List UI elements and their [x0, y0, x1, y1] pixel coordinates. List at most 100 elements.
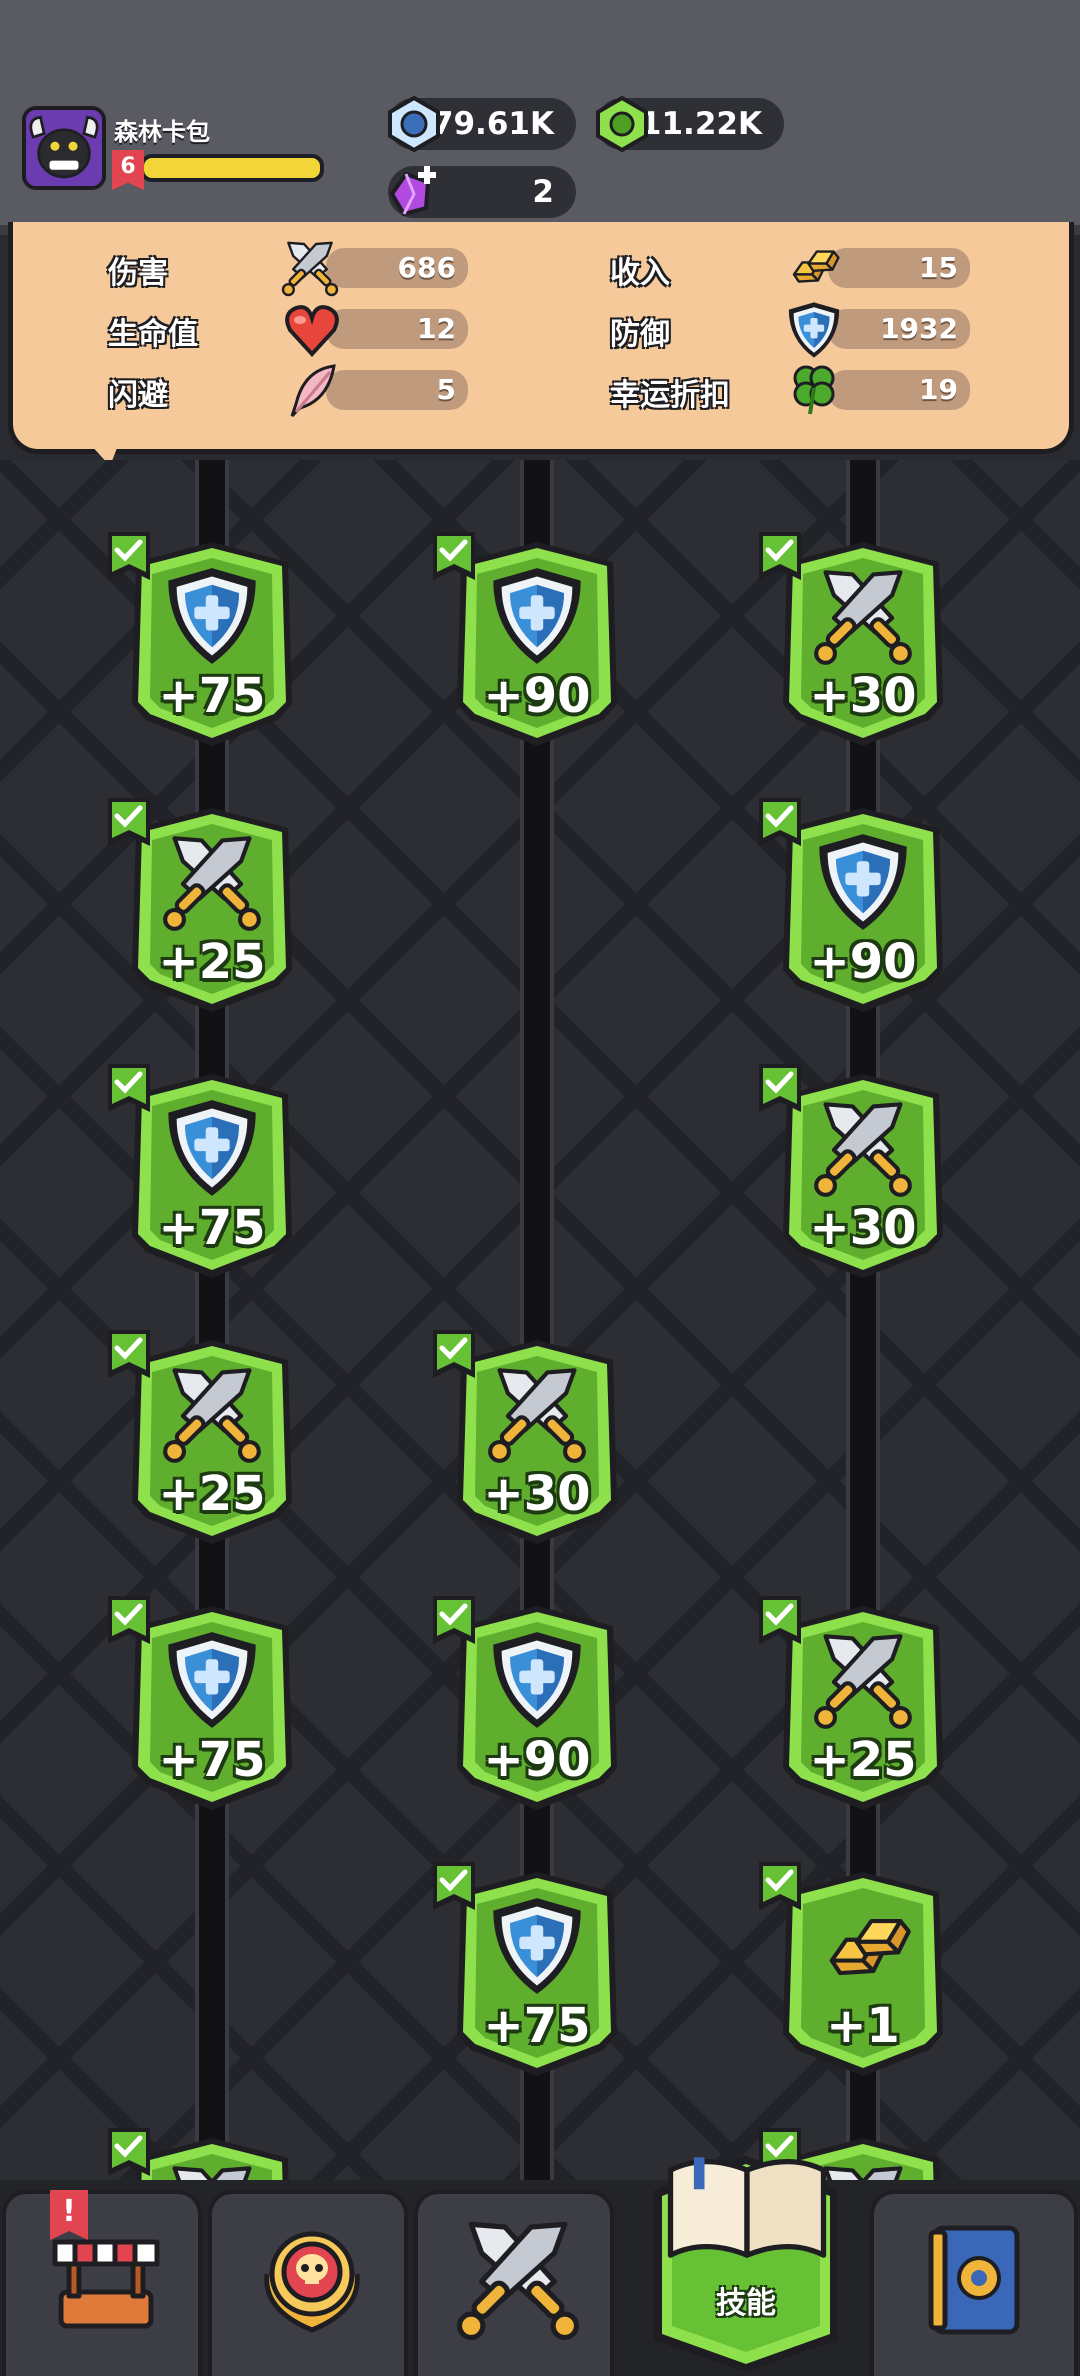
checkmark-icon	[106, 1594, 152, 1646]
skill-node[interactable]: +30	[447, 1336, 627, 1550]
gear-book-icon	[928, 2225, 1020, 2335]
skill-node-value: +25	[158, 1466, 266, 1522]
bull-avatar-icon	[26, 110, 102, 186]
skill-node[interactable]: +90	[773, 804, 953, 1018]
stat-label-damage: 伤害	[108, 256, 168, 291]
checkmark-icon	[431, 530, 477, 582]
crystals-counter[interactable]: 2	[388, 166, 576, 218]
stat-label-dodge: 闪避	[108, 378, 168, 413]
crossed-swords-icon	[811, 564, 915, 668]
skill-node[interactable]: +75	[122, 538, 302, 752]
checkmark-icon	[106, 1328, 152, 1380]
open-book-icon	[667, 2157, 827, 2258]
skill-node-value: +30	[809, 668, 917, 724]
checkmark-icon	[757, 1062, 803, 1114]
feather-icon	[290, 364, 336, 418]
crossed-swords-icon	[485, 1362, 589, 1466]
skill-node[interactable]: +1	[773, 1868, 953, 2082]
skill-node[interactable]: +90	[447, 538, 627, 752]
level-badge: 6	[112, 150, 144, 190]
skill-node[interactable]: +75	[122, 1602, 302, 1816]
crystals-value: 2	[532, 174, 554, 210]
skill-node[interactable]	[122, 2134, 302, 2180]
skill-node-value: +75	[158, 668, 266, 724]
skill-node-value: +25	[158, 934, 266, 990]
checkmark-icon	[757, 1860, 803, 1912]
nav-tab-skills-label: 技能	[716, 2286, 776, 2321]
shield-icon	[485, 564, 589, 668]
coins-value: 11.22K	[639, 106, 762, 142]
skill-tree[interactable]: +75 +25 +75 +25 +75 +90 +30 +90 +75 +30 …	[0, 460, 1080, 2180]
gold-bars-icon	[782, 236, 842, 296]
skill-node[interactable]: +90	[447, 1602, 627, 1816]
xp-bar	[140, 154, 324, 182]
clover-icon	[793, 365, 835, 415]
green-gem-icon	[596, 95, 648, 153]
skill-node[interactable]: +25	[773, 1602, 953, 1816]
skull-emblem-icon	[264, 2231, 360, 2333]
nav-tab-skills[interactable]: 技能	[648, 2150, 844, 2376]
skill-node-value: +30	[809, 1200, 917, 1256]
heart-icon	[285, 305, 339, 357]
checkmark-icon	[106, 796, 152, 848]
skill-node[interactable]: +75	[447, 1868, 627, 2082]
stat-label-luck: 幸运折扣	[610, 378, 730, 413]
skill-node-value: +30	[483, 1466, 591, 1522]
player-name: 森林卡包	[114, 118, 210, 146]
skill-node-value: +75	[158, 1732, 266, 1788]
checkmark-icon	[757, 796, 803, 848]
crossed-swords-icon	[811, 1628, 915, 1732]
coins-counter[interactable]: 11.22K	[596, 95, 784, 153]
shield-icon	[160, 1628, 264, 1732]
skill-node-value: +75	[483, 1998, 591, 2054]
shield-icon	[784, 300, 844, 360]
nav-tab-boss[interactable]	[208, 2190, 408, 2376]
crossed-swords-icon	[160, 830, 264, 934]
purple-crystal-plus-icon	[389, 166, 436, 217]
stat-value-dodge: 5	[326, 370, 468, 410]
skill-node-value: +90	[809, 934, 917, 990]
gems-value: 79.61K	[431, 106, 554, 142]
nav-tab-settings[interactable]	[870, 2190, 1078, 2376]
skill-node[interactable]: +25	[122, 804, 302, 1018]
skill-node-value: +25	[809, 1732, 917, 1788]
skill-node-value: +90	[483, 668, 591, 724]
stat-value-income: 15	[828, 248, 970, 288]
stat-label-health: 生命值	[108, 317, 198, 352]
shield-icon	[485, 1894, 589, 1998]
checkmark-icon	[431, 1860, 477, 1912]
crossed-swords-icon	[453, 2214, 583, 2344]
checkmark-icon	[431, 1594, 477, 1646]
checkmark-icon	[106, 1062, 152, 1114]
blue-gem-icon	[388, 95, 440, 153]
top-bar: 森林卡包 6 79.61K 11.22K 2	[0, 0, 1080, 235]
checkmark-icon	[106, 2126, 152, 2178]
avatar[interactable]	[22, 106, 106, 190]
stat-value-health: 12	[326, 309, 468, 349]
gems-counter[interactable]: 79.61K	[388, 95, 576, 153]
gold-bars-icon	[811, 1894, 915, 1998]
crossed-swords-icon	[811, 1096, 915, 1200]
stat-value-damage: 686	[326, 248, 468, 288]
skill-node-value: +1	[826, 1998, 900, 2054]
stat-label-defense: 防御	[610, 317, 670, 352]
checkmark-icon	[106, 530, 152, 582]
skill-node-value: +90	[483, 1732, 591, 1788]
stat-value-defense: 1932	[828, 309, 970, 349]
checkmark-icon	[757, 1594, 803, 1646]
crossed-swords-icon	[160, 2160, 264, 2180]
nav-tab-shop[interactable]: !	[2, 2190, 202, 2376]
checkmark-icon	[431, 1328, 477, 1380]
skill-node[interactable]: +75	[122, 1070, 302, 1284]
crossed-swords-icon	[160, 1362, 264, 1466]
skill-node[interactable]: +25	[122, 1336, 302, 1550]
nav-tab-battle[interactable]	[414, 2190, 614, 2376]
shield-icon	[160, 1096, 264, 1200]
stat-value-luck: 19	[828, 370, 970, 410]
skill-node[interactable]: +30	[773, 1070, 953, 1284]
skill-node-value: +75	[158, 1200, 266, 1256]
shield-icon	[485, 1628, 589, 1732]
shield-icon	[160, 564, 264, 668]
skill-node[interactable]: +30	[773, 538, 953, 752]
crossed-swords-icon	[280, 238, 340, 298]
